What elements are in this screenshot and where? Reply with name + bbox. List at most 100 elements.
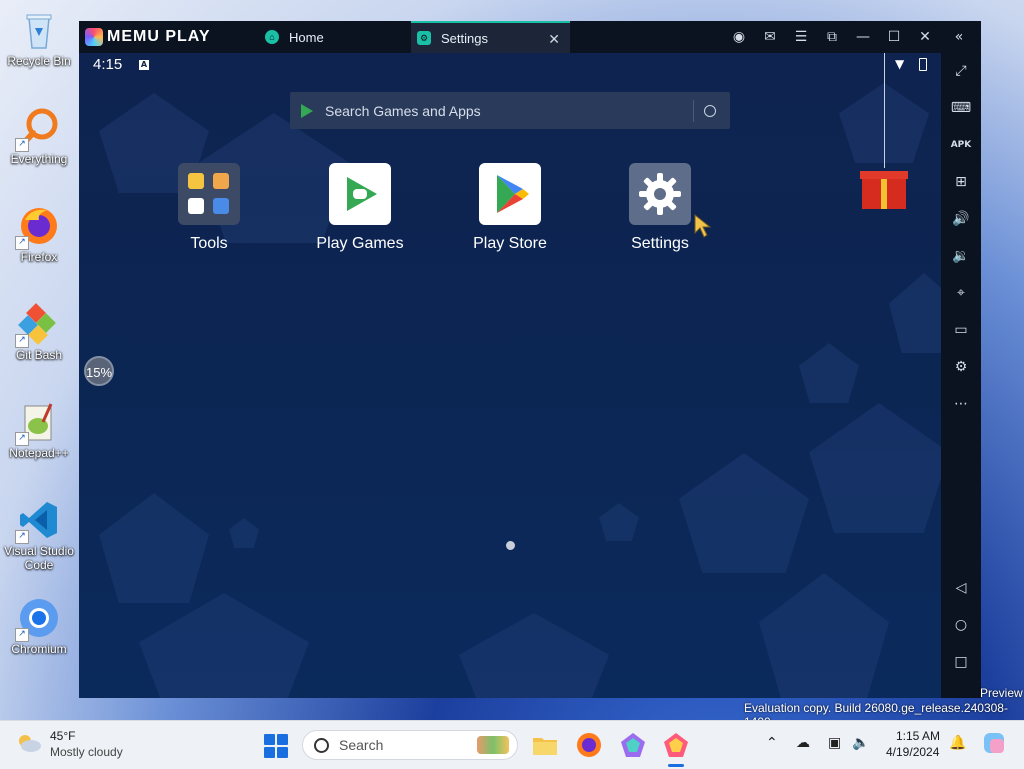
bg-shape <box>679 453 809 573</box>
tab-home[interactable]: ⌂ Home <box>259 21 409 53</box>
play-store-app-icon <box>479 163 541 225</box>
desktop-icon-recycle-bin[interactable]: Recycle Bin <box>4 8 74 68</box>
maximize-icon[interactable]: ☐ <box>884 27 904 47</box>
back-icon[interactable]: ◁ <box>949 577 973 599</box>
app-play-games[interactable]: Play Games <box>300 163 420 253</box>
file-explorer-icon[interactable] <box>531 731 559 759</box>
desktop-icon-label: Firefox <box>20 250 58 264</box>
screen-tool-icon[interactable]: ⧉ <box>822 27 842 47</box>
right-toolbar: ⤢ ⌨ APK ⊞ 🔊 🔉 ⌖ ▭ ⚙ ⋯ ◁ ○ □ <box>941 53 981 698</box>
tab-label: Settings <box>441 30 488 46</box>
multi-instance-icon[interactable]: ⊞ <box>949 171 973 193</box>
memu-logo: MEMU PLAY <box>85 27 211 47</box>
network-offline-icon[interactable]: ☁ <box>796 735 810 751</box>
keyboard-icon[interactable]: ⌨ <box>949 97 973 119</box>
close-tab-icon[interactable]: ✕ <box>548 31 560 48</box>
more-icon[interactable]: ⋯ <box>949 393 973 415</box>
shortcut-arrow-icon: ↗ <box>15 432 29 446</box>
gear-icon[interactable]: ⚙ <box>949 356 973 378</box>
settings-tab-icon: ⚙ <box>417 31 431 45</box>
desktop-icon-vscode[interactable]: ↗ Visual Studio Code <box>4 498 74 572</box>
recents-icon[interactable]: □ <box>949 651 973 673</box>
active-app-indicator <box>668 764 684 767</box>
play-store-icon <box>301 103 313 118</box>
collapse-sidebar-icon[interactable]: « <box>949 27 969 47</box>
minimize-icon[interactable]: — <box>853 27 873 47</box>
shortcut-arrow-icon: ↗ <box>15 628 29 642</box>
mail-icon[interactable]: ✉ <box>760 27 780 47</box>
notepad-plus-plus-icon: ↗ <box>15 400 61 446</box>
apk-icon[interactable]: APK <box>949 134 973 156</box>
watermark-preview: Preview <box>980 686 1023 700</box>
tab-label: Home <box>289 29 324 45</box>
search-divider <box>693 99 694 122</box>
page-indicator-dot[interactable] <box>506 541 515 550</box>
app-tools[interactable]: Tools <box>149 163 269 253</box>
bg-shape <box>229 518 259 548</box>
taskbar: 45°F Mostly cloudy Search ⌃ ☁ ▣ 🔈 1:15 A… <box>0 720 1024 769</box>
desktop-icon-git-bash[interactable]: ↗ Git Bash <box>4 302 74 362</box>
memu-gem-icon <box>85 28 103 46</box>
location-icon[interactable]: ⌖ <box>949 282 973 304</box>
search-icon <box>314 738 329 753</box>
app-label: Tools <box>190 235 228 252</box>
weather-temperature[interactable]: 45°F <box>50 729 75 743</box>
tab-settings[interactable]: ⚙ Settings ✕ <box>411 21 570 53</box>
app-name: MEMU PLAY <box>107 28 211 45</box>
display-icon[interactable]: ▣ <box>828 735 841 751</box>
tray-overflow-icon[interactable]: ⌃ <box>766 735 778 751</box>
shortcut-arrow-icon: ↗ <box>15 138 29 152</box>
git-bash-icon: ↗ <box>15 302 61 348</box>
desktop-icon-everything[interactable]: ↗ Everything <box>4 106 74 166</box>
desktop-icon-firefox[interactable]: ↗ Firefox <box>4 204 74 264</box>
windows-logo-pane <box>277 734 288 745</box>
everything-icon: ↗ <box>15 106 61 152</box>
speaker-icon[interactable]: 🔈 <box>852 735 869 751</box>
desktop-icon-notepad-plus-plus[interactable]: ↗ Notepad++ <box>4 400 74 460</box>
close-window-icon[interactable]: ✕ <box>915 27 935 47</box>
shortcut-arrow-icon: ↗ <box>15 530 29 544</box>
clock-date[interactable]: 4/19/2024 <box>886 745 939 759</box>
windows-logo-pane <box>264 747 275 758</box>
colorful-app-icon[interactable] <box>619 731 647 759</box>
volume-down-icon[interactable]: 🔉 <box>949 245 973 267</box>
desktop-icon-chromium[interactable]: ↗ Chromium <box>4 596 74 656</box>
firefox-taskbar-icon[interactable] <box>575 731 603 759</box>
vscode-icon: ↗ <box>15 498 61 544</box>
desktop-icon-label: Notepad++ <box>9 446 69 460</box>
notification-bell-icon[interactable]: 🔔 <box>949 735 966 751</box>
chromium-icon: ↗ <box>15 596 61 642</box>
fullscreen-icon[interactable]: ⤢ <box>949 60 973 82</box>
search-bar[interactable]: Search Games and Apps <box>290 92 730 129</box>
desktop-icon-label: Everything <box>10 152 68 166</box>
firefox-icon: ↗ <box>15 204 61 250</box>
desktop-icon-label: Chromium <box>11 642 67 656</box>
desktop-icon-label: Recycle Bin <box>7 54 71 68</box>
weather-condition[interactable]: Mostly cloudy <box>50 745 123 759</box>
menu-icon[interactable]: ☰ <box>791 27 811 47</box>
bg-shape <box>139 593 309 698</box>
memu-window: MEMU PLAY ⌂ Home ⚙ Settings ✕ ◉ ✉ ☰ ⧉ — … <box>79 21 981 698</box>
home-tab-icon: ⌂ <box>265 30 279 44</box>
weather-cloud-icon[interactable] <box>16 733 42 753</box>
gift-box-icon[interactable] <box>860 171 908 209</box>
account-icon[interactable]: ◉ <box>729 27 749 47</box>
wifi-icon: ▼ <box>895 57 905 71</box>
start-button[interactable] <box>264 734 288 758</box>
title-bar: MEMU PLAY ⌂ Home ⚙ Settings ✕ ◉ ✉ ☰ ⧉ — … <box>79 21 981 53</box>
search-icon[interactable] <box>704 104 716 117</box>
folder-icon[interactable]: ▭ <box>949 319 973 341</box>
volume-up-icon[interactable]: 🔊 <box>949 208 973 230</box>
copilot-icon[interactable] <box>982 731 1006 759</box>
clock-time[interactable]: 1:15 AM <box>896 729 940 743</box>
app-settings[interactable]: Settings <box>600 163 720 253</box>
app-play-store[interactable]: Play Store <box>450 163 570 253</box>
home-icon[interactable]: ○ <box>949 614 973 636</box>
taskbar-search[interactable]: Search <box>302 730 518 760</box>
status-time: 4:15 <box>93 56 123 73</box>
bg-shape <box>759 573 889 698</box>
recycle-bin-icon <box>17 8 61 52</box>
android-screen: 4:15 A ▼ Search Games and Apps Tools Pla… <box>79 53 941 698</box>
desktop-icon-label: Visual Studio Code <box>4 544 74 572</box>
memu-taskbar-icon[interactable] <box>662 731 690 759</box>
